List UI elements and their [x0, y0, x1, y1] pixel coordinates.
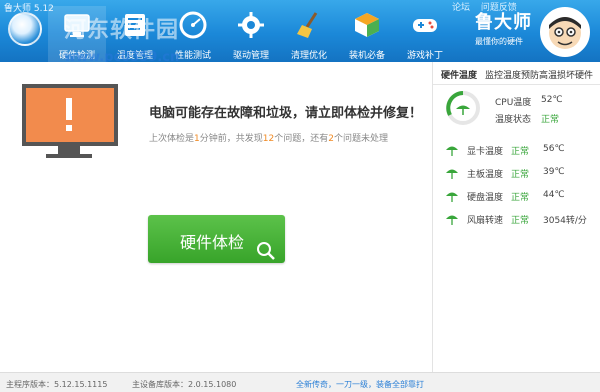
- board-temp-status: 正常: [511, 170, 530, 180]
- temp-state-value: 正常: [541, 115, 560, 125]
- gpu-temp-value: 56℃: [543, 144, 565, 154]
- sub-suffix: 个问题未处理: [333, 134, 388, 144]
- fan-speed-status: 正常: [511, 216, 530, 226]
- temperature-gauge-icon: [446, 91, 480, 125]
- monitor-warning-icon: [22, 84, 118, 158]
- sub-mid1: 分钟前，共发现: [199, 134, 263, 144]
- mascot-face-icon: [549, 17, 581, 49]
- umbrella-icon: [446, 146, 458, 156]
- temperature-panel: 硬件温度 监控温度预防高温损坏硬件 CPU温度 52℃ 温度状态 正常 显卡温度…: [432, 62, 600, 372]
- nav-game[interactable]: 游戏补丁: [396, 6, 454, 62]
- tab-hardware-temp[interactable]: 硬件温度: [441, 68, 477, 81]
- gpu-temp-status: 正常: [511, 147, 530, 157]
- nav-driver[interactable]: 驱动管理: [222, 6, 280, 62]
- disk-temp-label: 硬盘温度: [467, 193, 504, 203]
- nav-label: 游戏补丁: [406, 51, 443, 61]
- performance-icon: [179, 11, 207, 39]
- db-version: 主设备库版本：2.0.15.1080: [132, 380, 237, 389]
- board-temp-label: 主板温度: [467, 170, 504, 180]
- sub-mid2: 个问题，还有: [274, 134, 329, 144]
- app-logo-icon: [8, 12, 42, 46]
- temp-state-label: 温度状态: [495, 115, 532, 125]
- magnifier-icon: [257, 242, 275, 260]
- status-bar: 主程序版本：5.12.15.1115 主设备库版本：2.0.15.1080 全新…: [0, 372, 600, 392]
- nav-label: 装机必备: [348, 51, 385, 61]
- check-button-label: 硬件体检: [180, 233, 245, 252]
- mascot-avatar: [540, 7, 590, 57]
- panel-tabs: 硬件温度 监控温度预防高温损坏硬件: [433, 62, 600, 85]
- disk-temp-value: 44℃: [543, 190, 565, 200]
- fan-speed-label: 风扇转速: [467, 216, 504, 226]
- cpu-temp-label: CPU温度: [495, 98, 532, 108]
- brand-slogan: 最懂你的硬件: [475, 37, 523, 46]
- gpu-temp-label: 显卡温度: [467, 147, 504, 157]
- warning-message: 电脑可能存在故障和垃圾，请立即体检并修复！: [149, 106, 423, 121]
- umbrella-icon: [446, 215, 458, 225]
- disk-temp-status: 正常: [511, 193, 530, 203]
- umbrella-icon: [446, 169, 458, 179]
- umbrella-icon: [446, 192, 458, 202]
- cpu-temp-value: 52℃: [541, 95, 563, 105]
- issue-count: 12: [262, 134, 275, 144]
- program-version: 主程序版本：5.12.15.1115: [6, 380, 108, 389]
- apps-icon: [355, 13, 379, 37]
- brand-name: 鲁大师: [475, 12, 532, 33]
- app-window: 鲁大师 5.12 论坛 问题反馈 硬件检测 温度管理 性能测试 驱动管理 清理优…: [0, 0, 600, 392]
- brand-block: 鲁大师 最懂你的硬件: [475, 8, 532, 47]
- nav-apps[interactable]: 装机必备: [338, 6, 396, 62]
- driver-icon: [238, 12, 264, 38]
- nav-label: 清理优化: [290, 51, 327, 61]
- watermark-site-name: 河东软件园: [64, 18, 180, 43]
- tab-monitor[interactable]: 监控温度预防高温损坏硬件: [485, 68, 593, 81]
- hardware-check-button[interactable]: 硬件体检: [148, 215, 285, 263]
- main-content: 电脑可能存在故障和垃圾，请立即体检并修复！ 上次体检是1分钟前，共发现12个问题…: [0, 62, 432, 372]
- gamepad-icon: [413, 19, 437, 32]
- forum-link[interactable]: 论坛: [452, 3, 470, 13]
- sub-prefix: 上次体检是: [149, 134, 195, 144]
- board-temp-value: 39℃: [543, 167, 565, 177]
- broom-icon: [297, 12, 318, 38]
- last-check-info: 上次体检是1分钟前，共发现12个问题，还有2个问题未处理: [149, 131, 388, 144]
- promo-link[interactable]: 全新传奇，一刀一级，装备全部靠打: [296, 379, 424, 390]
- nav-cleanup[interactable]: 清理优化: [280, 6, 338, 62]
- fan-speed-value: 3054转/分: [543, 216, 587, 226]
- nav-label: 驱动管理: [232, 51, 269, 61]
